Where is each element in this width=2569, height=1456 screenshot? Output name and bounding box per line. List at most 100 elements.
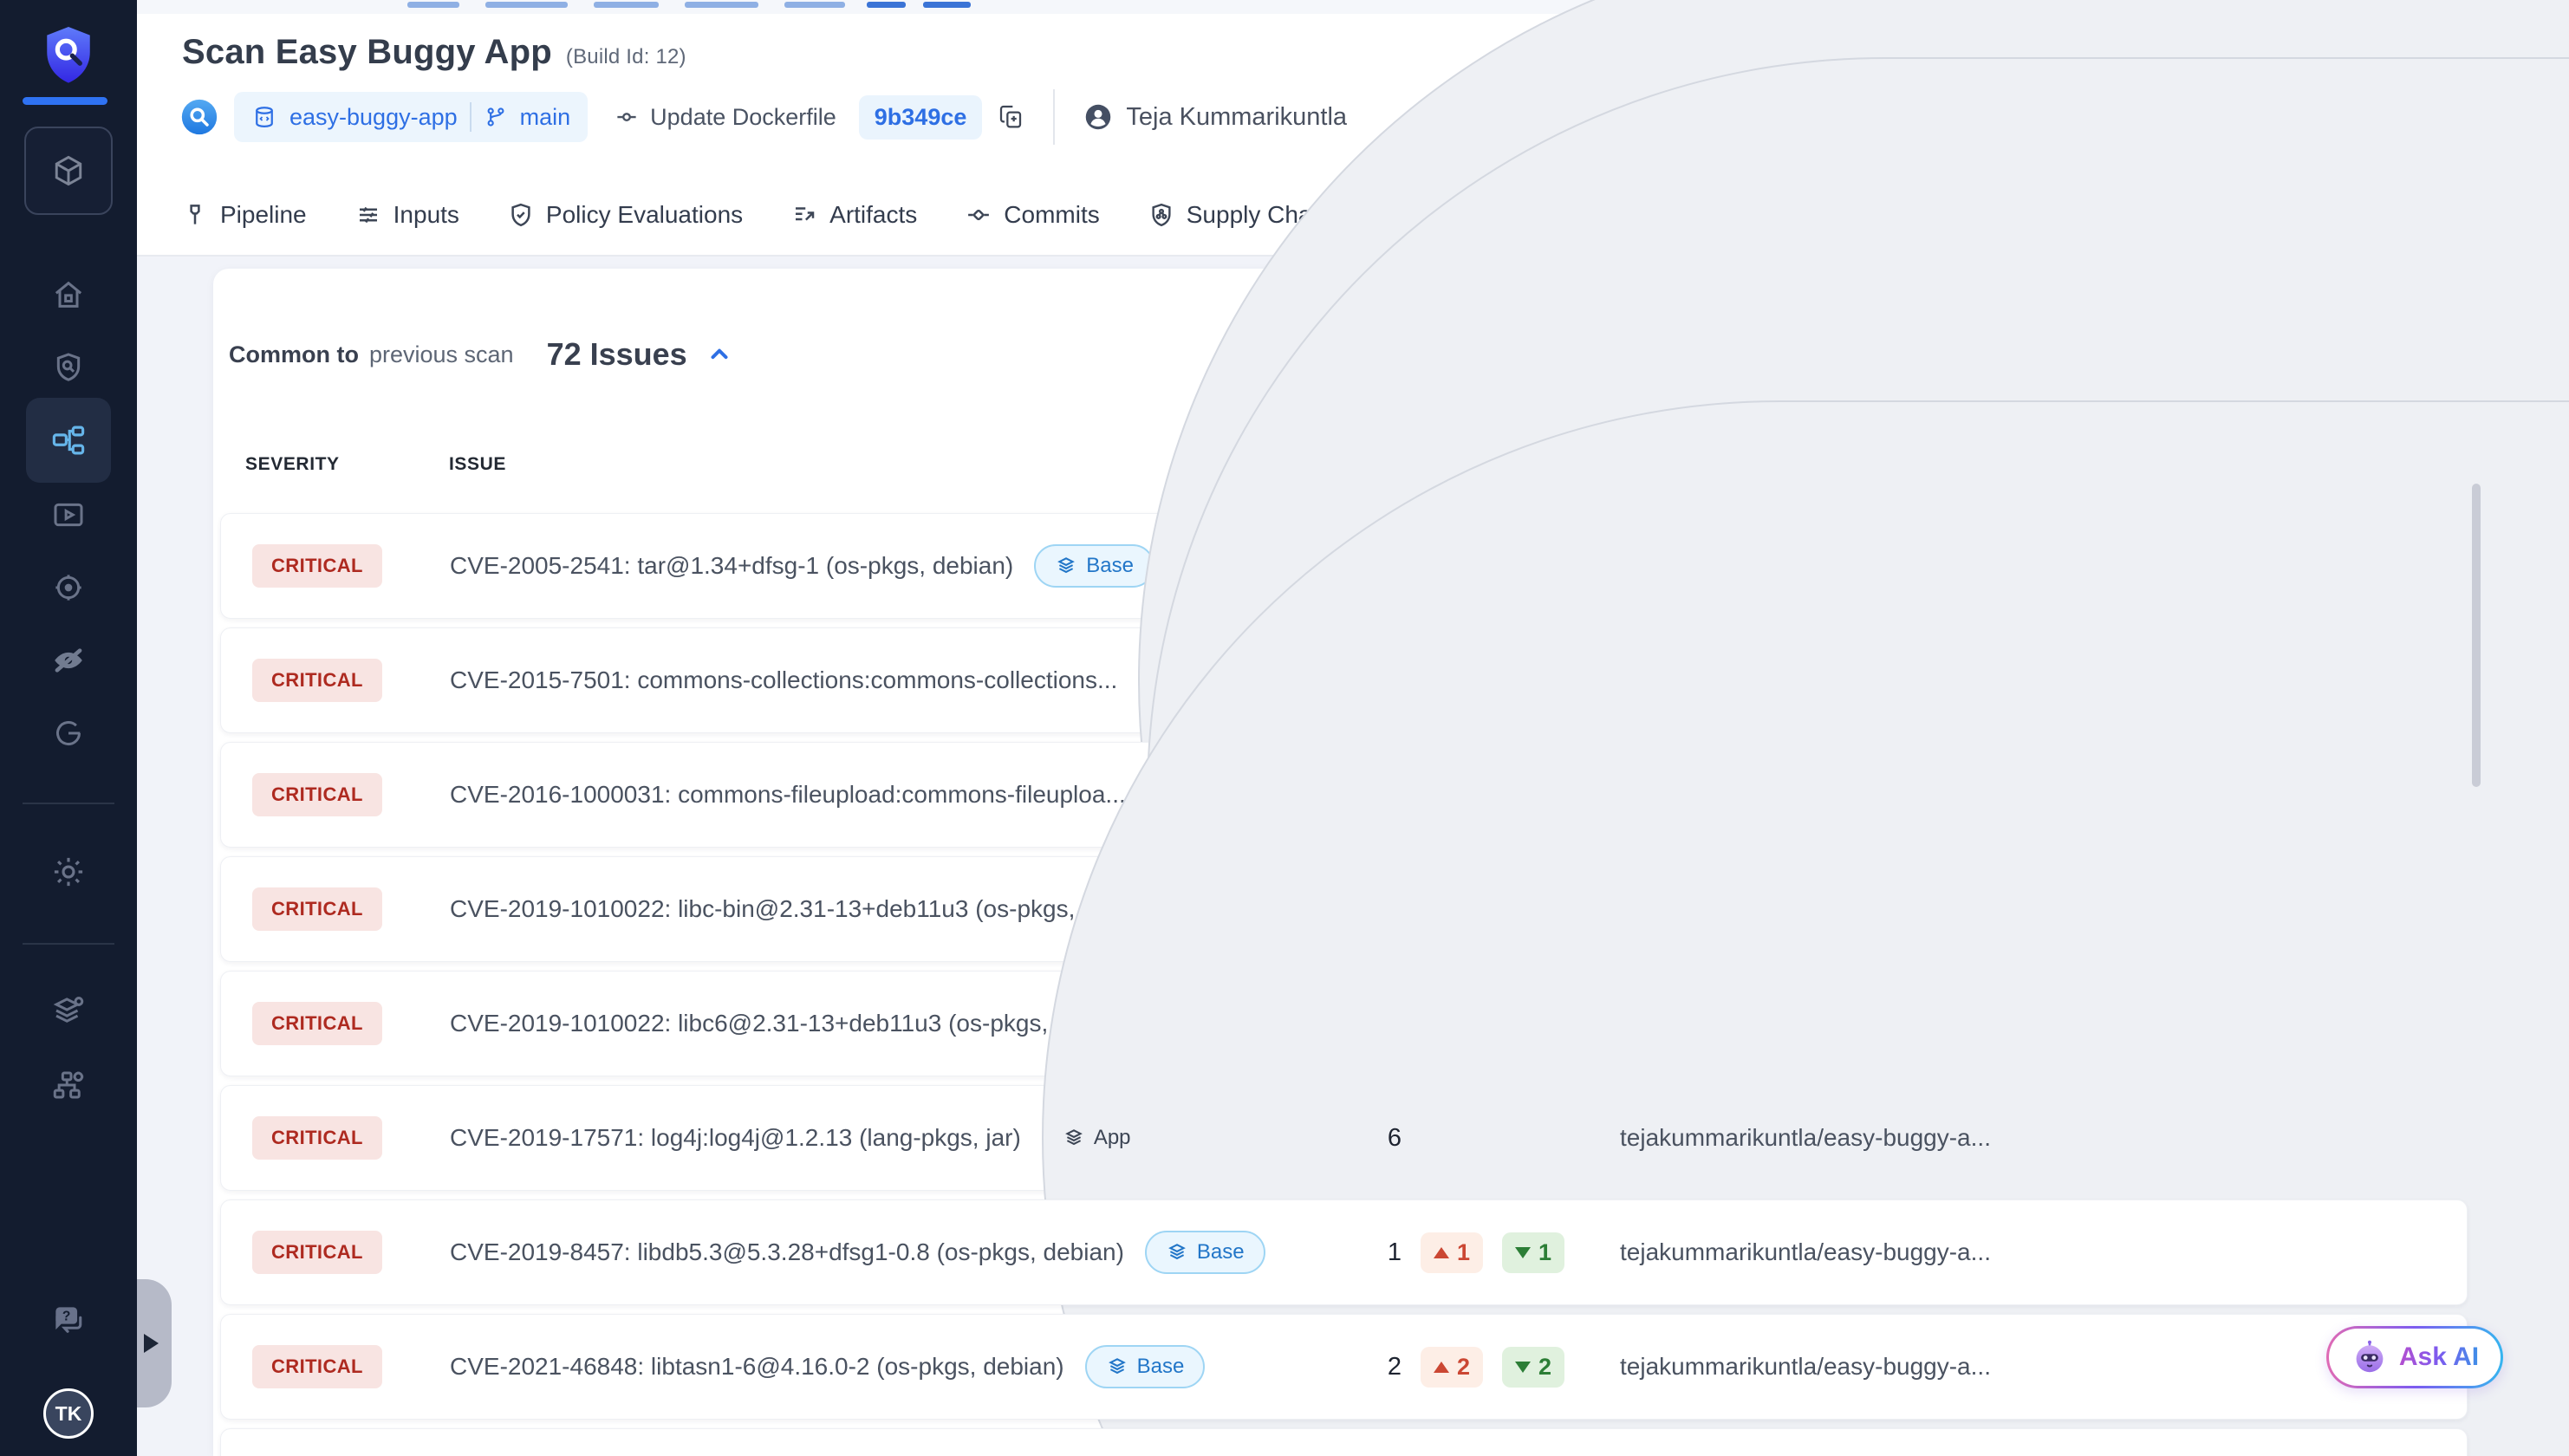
sidebar-item-layer-settings[interactable] [26,968,111,1053]
pipeline-icon [182,202,208,228]
sidebar-item-pipelines[interactable] [26,398,111,483]
layers-icon [1106,1355,1128,1378]
occurrences-increase: 2 [1421,1347,1483,1388]
tab-inputs[interactable]: Inputs [355,175,459,255]
sidebar-divider [23,943,114,945]
target-icon [51,570,86,605]
commit-hash-badge[interactable]: 9b349ce [859,95,983,140]
occurrences-cell: 6 [1356,1086,1402,1190]
scope-label: App [1094,1126,1131,1150]
scope-label: Base [1137,1355,1185,1379]
repo-link[interactable]: easy-buggy-app [289,104,458,131]
sidebar-item-integration-settings[interactable] [26,1043,111,1128]
triangle-up-icon [1434,1362,1449,1373]
artifacts-icon [791,202,817,228]
issue-text: CVE-2019-1010022: libc-bin@2.31-13+deb11… [450,895,1129,923]
severity-badge: CRITICAL [252,1345,382,1388]
cube-icon [49,152,88,190]
occurrences-count: 6 [1356,1124,1402,1153]
layers-settings-icon [50,992,87,1029]
repo-icon [251,104,277,130]
column-header-severity: SEVERITY [245,454,340,475]
severity-badge: CRITICAL [252,1002,382,1045]
breadcrumb-clipped [923,2,971,8]
tab-pipeline[interactable]: Pipeline [182,175,307,255]
author-name: Teja Kummarikuntla [1126,103,1347,132]
commit-icon [614,104,640,130]
breadcrumb-clipped [407,2,459,8]
issue-cell: CVE-2021-46848: libtasn1-6@4.16.0-2 (os-… [450,1315,1205,1419]
scope-pill-base: Base [1085,1345,1206,1388]
shield-check-icon [508,202,534,228]
issues-count: 72 Issues [547,336,687,373]
inputs-icon [355,202,381,228]
issue-text: CVE-2015-7501: commons-collections:commo… [450,666,1117,694]
sidebar-item-product-switcher[interactable] [24,127,113,215]
occurrences-increase: 1 [1421,1232,1483,1273]
sidebar-expand-handle[interactable] [137,1279,172,1407]
expand-arrow-icon [144,1334,159,1353]
commits-icon [966,202,992,228]
scope-label: Base [1197,1240,1245,1264]
copy-icon[interactable] [998,103,1025,131]
table-scrollbar[interactable] [2472,484,2481,787]
severity-badge: CRITICAL [252,773,382,816]
app-logo-shield-icon[interactable] [40,24,97,87]
sidebar-item-sessions[interactable] [26,691,111,776]
issue-text: CVE-2021-46848: libtasn1-6@4.16.0-2 (os-… [450,1353,1064,1381]
column-header-issue: ISSUE [449,454,506,475]
layers-icon [1063,1127,1085,1149]
eye-off-icon [50,642,87,679]
ask-ai-button[interactable]: Ask AI [2326,1326,2503,1388]
occurrences-cell: 1 1 1 [1356,1200,1564,1304]
issue-cell: CVE-2005-2541: tar@1.34+dfsg-1 (os-pkgs,… [450,514,1154,618]
issue-text: CVE-2005-2541: tar@1.34+dfsg-1 (os-pkgs,… [450,552,1013,580]
occurrences-decrease: 1 [1502,1232,1564,1273]
scan-title-text: Scan Easy Buggy App [182,33,552,71]
table-row[interactable]: CRITICAL CVE-2021-46848: libtasn1-6@4.16… [220,1314,2468,1420]
issue-text: CVE-2019-1010022: libc6@2.31-13+deb11u3 … [450,1010,1135,1037]
severity-badge: CRITICAL [252,544,382,588]
table-row[interactable]: CRITICAL CVE-2019-8457: libdb5.3@5.3.28+… [220,1199,2468,1305]
occurrences-count: 1 [1356,1238,1402,1267]
power-icon [51,716,86,751]
pipeline-flow-icon [50,422,87,458]
sidebar-item-support[interactable]: ? [26,1278,111,1363]
collapse-chevron-icon[interactable] [706,341,732,367]
table-row[interactable]: CRITICAL Base [220,1428,2468,1456]
commit-message: Update Dockerfile [650,104,836,131]
table-row[interactable]: CRITICAL CVE-2019-17571: log4j:log4j@1.2… [220,1085,2468,1191]
sidebar-item-settings[interactable] [26,829,111,914]
network-settings-icon [50,1067,87,1103]
sidebar-divider [23,803,114,804]
supply-chain-icon [1148,202,1174,228]
scope-pill-base: Base [1034,544,1154,588]
tab-label: Artifacts [829,201,917,229]
scope-label: Base [1086,554,1134,578]
scan-source-icon [180,98,218,136]
severity-badge: CRITICAL [252,659,382,702]
scan-diff-summary: Common to previous scan 72 Issues [229,336,732,373]
triangle-down-icon [1515,1247,1531,1258]
severity-badge: CRITICAL [252,1231,382,1274]
branch-icon [484,105,508,129]
branch-link[interactable]: main [520,104,571,131]
home-icon [51,277,86,312]
layers-icon [1055,555,1077,577]
tab-commits[interactable]: Commits [966,175,1099,255]
help-chat-icon: ? [49,1302,88,1340]
breadcrumb-clipped [784,2,845,8]
author-group: Teja Kummarikuntla [1083,101,1347,133]
tab-artifacts[interactable]: Artifacts [791,175,917,255]
occurrences-count: 2 [1356,1353,1402,1381]
svg-text:?: ? [62,1310,71,1324]
target-text: tejakummarikuntla/easy-buggy-a... [1620,1200,1991,1304]
build-id-label: (Build Id: 12) [566,45,686,68]
user-avatar[interactable]: TK [43,1388,94,1439]
issue-text: CVE-2016-1000031: commons-fileupload:com… [450,781,1126,809]
commit-message-group: Update Dockerfile [614,104,836,131]
tab-policy-evaluations[interactable]: Policy Evaluations [508,175,743,255]
occurrences-decrease: 2 [1502,1347,1564,1388]
layers-icon [1166,1241,1188,1264]
triangle-down-icon [1515,1362,1531,1373]
